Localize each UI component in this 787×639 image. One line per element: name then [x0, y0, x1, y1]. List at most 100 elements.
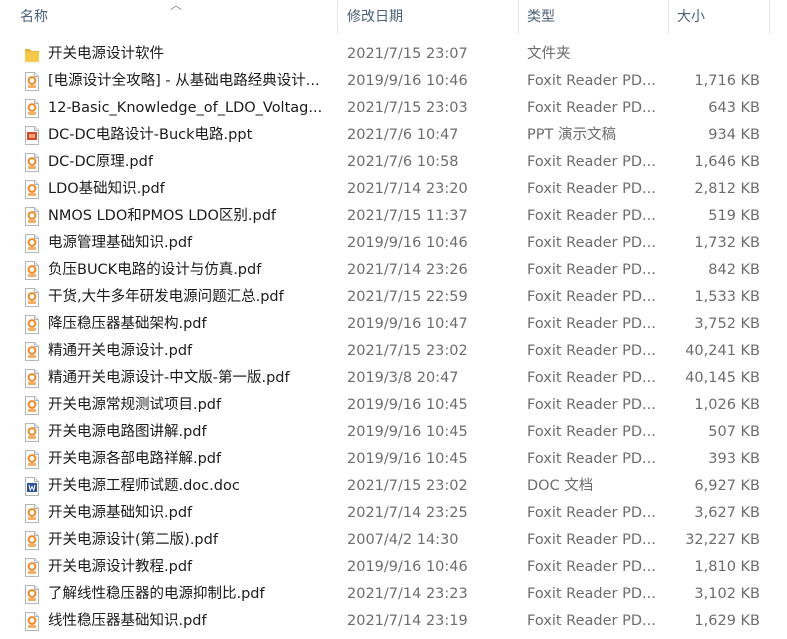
file-name: [电源设计全攻略] - 从基础电路经典设计... — [48, 73, 320, 89]
pdf-icon — [24, 558, 40, 577]
pdf-icon — [24, 261, 40, 280]
pdf-icon — [24, 315, 40, 334]
file-row[interactable]: 精通开关电源设计-中文版-第一版.pdf 2019/3/8 20:47 Foxit … — [0, 365, 787, 392]
file-size: 507 KB — [708, 424, 760, 440]
file-name: 精通开关电源设计.pdf — [48, 343, 193, 359]
file-type: Foxit Reader PD... — [527, 235, 656, 251]
file-size: 1,026 KB — [694, 397, 760, 413]
file-name: LDO基础知识.pdf — [48, 181, 165, 197]
file-date: 2021/7/6 10:47 — [347, 127, 459, 143]
pdf-icon — [24, 180, 40, 199]
file-row[interactable]: 开关电源设计教程.pdf 2019/9/16 10:46 Foxit Reader … — [0, 554, 787, 581]
column-divider[interactable] — [518, 0, 519, 34]
file-size: 1,646 KB — [694, 154, 760, 170]
pdf-icon — [24, 531, 40, 550]
file-size: 1,533 KB — [694, 289, 760, 305]
file-name: 线性稳压器基础知识.pdf — [48, 613, 207, 629]
file-date: 2019/9/16 10:45 — [347, 397, 468, 413]
file-row[interactable]: 了解线性稳压器的电源抑制比.pdf 2021/7/14 23:23 Foxit Re… — [0, 581, 787, 608]
file-row[interactable]: 开关电源基础知识.pdf 2021/7/14 23:25 Foxit Reader … — [0, 500, 787, 527]
file-size: 3,102 KB — [694, 586, 760, 602]
file-row[interactable]: 电源管理基础知识.pdf 2019/9/16 10:46 Foxit Reader … — [0, 230, 787, 257]
file-row[interactable]: 开关电源常规测试项目.pdf 2019/9/16 10:45 Foxit Reade… — [0, 392, 787, 419]
file-row[interactable]: 开关电源各部电路祥解.pdf 2019/9/16 10:45 Foxit Reade… — [0, 446, 787, 473]
file-date: 2019/3/8 20:47 — [347, 370, 459, 386]
file-name: DC-DC电路设计-Buck电路.ppt — [48, 127, 253, 143]
file-row[interactable]: NMOS LDO和PMOS LDO区别.pdf 2021/7/15 11:37 Fo… — [0, 203, 787, 230]
file-size: 2,812 KB — [694, 181, 760, 197]
pdf-icon — [24, 585, 40, 604]
file-date: 2019/9/16 10:46 — [347, 559, 468, 575]
file-name: 降压稳压器基础架构.pdf — [48, 316, 207, 332]
pdf-icon — [24, 153, 40, 172]
file-type: Foxit Reader PD... — [527, 154, 656, 170]
file-name: 开关电源各部电路祥解.pdf — [48, 451, 222, 467]
file-type: Foxit Reader PD... — [527, 289, 656, 305]
file-name: 12-Basic_Knowledge_of_LDO_Voltag... — [48, 100, 323, 116]
file-size: 1,810 KB — [694, 559, 760, 575]
file-row[interactable]: 开关电源工程师试题.doc.doc 2021/7/15 23:02 DOC 文档 6,… — [0, 473, 787, 500]
pdf-icon — [24, 450, 40, 469]
file-name: DC-DC原理.pdf — [48, 154, 153, 170]
file-row[interactable]: 干货,大牛多年研发电源问题汇总.pdf 2021/7/15 22:59 Foxit … — [0, 284, 787, 311]
pdf-icon — [24, 504, 40, 523]
file-name: 开关电源设计教程.pdf — [48, 559, 193, 575]
file-row[interactable]: [电源设计全攻略] - 从基础电路经典设计... 2019/9/16 10:46 F… — [0, 68, 787, 95]
column-header-name[interactable]: 名称 — [20, 0, 330, 34]
file-type: 文件夹 — [527, 46, 571, 62]
column-divider[interactable] — [668, 0, 669, 34]
file-size: 3,627 KB — [694, 505, 760, 521]
file-row[interactable]: DC-DC原理.pdf 2021/7/6 10:58 Foxit Reader PD… — [0, 149, 787, 176]
file-date: 2021/7/14 23:19 — [347, 613, 468, 629]
file-size: 3,752 KB — [694, 316, 760, 332]
file-size: 842 KB — [708, 262, 760, 278]
file-row[interactable]: LDO基础知识.pdf 2021/7/14 23:20 Foxit Reader P… — [0, 176, 787, 203]
file-type: Foxit Reader PD... — [527, 586, 656, 602]
file-row[interactable]: DC-DC电路设计-Buck电路.ppt 2021/7/6 10:47 PPT 演示… — [0, 122, 787, 149]
file-type: Foxit Reader PD... — [527, 316, 656, 332]
pdf-icon — [24, 396, 40, 415]
file-row[interactable]: 开关电源设计(第二版).pdf 2007/4/2 14:30 Foxit Reade… — [0, 527, 787, 554]
doc-icon — [24, 477, 40, 496]
column-divider[interactable] — [337, 0, 338, 34]
file-size: 519 KB — [708, 208, 760, 224]
file-name: 了解线性稳压器的电源抑制比.pdf — [48, 586, 265, 602]
file-date: 2021/7/15 23:02 — [347, 478, 468, 494]
column-header-date[interactable]: 修改日期 — [347, 0, 512, 34]
file-type: Foxit Reader PD... — [527, 181, 656, 197]
file-type: Foxit Reader PD... — [527, 208, 656, 224]
pdf-icon — [24, 72, 40, 91]
file-row[interactable]: 线性稳压器基础知识.pdf 2021/7/14 23:19 Foxit Reader… — [0, 608, 787, 635]
file-date: 2021/7/15 22:59 — [347, 289, 468, 305]
file-type: Foxit Reader PD... — [527, 73, 656, 89]
file-name: 电源管理基础知识.pdf — [48, 235, 193, 251]
file-type: Foxit Reader PD... — [527, 451, 656, 467]
file-size: 40,241 KB — [685, 343, 760, 359]
column-header-type[interactable]: 类型 — [527, 0, 667, 34]
file-row[interactable]: 开关电源设计软件 2021/7/15 23:07 文件夹 — [0, 41, 787, 68]
file-date: 2019/9/16 10:46 — [347, 73, 468, 89]
file-date: 2019/9/16 10:45 — [347, 451, 468, 467]
file-row[interactable]: 负压BUCK电路的设计与仿真.pdf 2021/7/14 23:26 Foxit R… — [0, 257, 787, 284]
file-size: 40,145 KB — [685, 370, 760, 386]
file-name: 负压BUCK电路的设计与仿真.pdf — [48, 262, 262, 278]
file-size: 32,227 KB — [685, 532, 760, 548]
file-row[interactable]: 精通开关电源设计.pdf 2021/7/15 23:02 Foxit Reader … — [0, 338, 787, 365]
file-name: NMOS LDO和PMOS LDO区别.pdf — [48, 208, 276, 224]
file-type: Foxit Reader PD... — [527, 370, 656, 386]
file-row[interactable]: 开关电源电路图讲解.pdf 2019/9/16 10:45 Foxit Reader… — [0, 419, 787, 446]
folder-icon — [24, 45, 40, 64]
file-row[interactable]: 降压稳压器基础架构.pdf 2019/9/16 10:47 Foxit Reader… — [0, 311, 787, 338]
file-name: 开关电源工程师试题.doc.doc — [48, 478, 240, 494]
file-row[interactable]: 12-Basic_Knowledge_of_LDO_Voltag... 2021/… — [0, 95, 787, 122]
file-size: 934 KB — [708, 127, 760, 143]
file-date: 2019/9/16 10:46 — [347, 235, 468, 251]
column-divider[interactable] — [769, 0, 770, 34]
file-date: 2021/7/14 23:26 — [347, 262, 468, 278]
column-header-size[interactable]: 大小 — [677, 0, 767, 34]
file-name: 开关电源电路图讲解.pdf — [48, 424, 207, 440]
file-name: 干货,大牛多年研发电源问题汇总.pdf — [48, 289, 284, 305]
file-type: Foxit Reader PD... — [527, 397, 656, 413]
pdf-icon — [24, 369, 40, 388]
file-date: 2007/4/2 14:30 — [347, 532, 459, 548]
